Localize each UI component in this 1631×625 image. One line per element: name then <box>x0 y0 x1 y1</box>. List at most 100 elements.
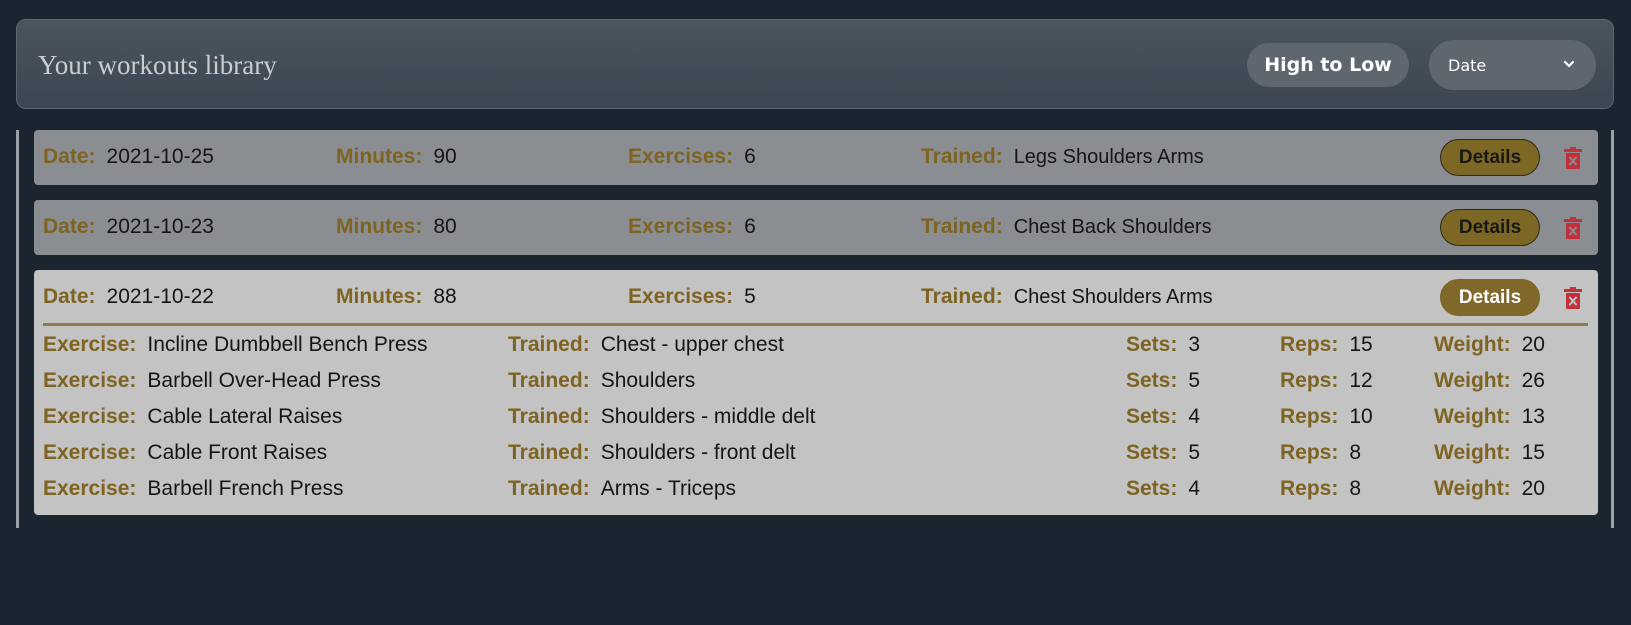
details-button[interactable]: Details <box>1440 279 1540 316</box>
trained-value: Arms - Triceps <box>600 477 737 500</box>
exercise-label: Exercise: <box>43 369 137 392</box>
exercise-label: Exercise: <box>43 405 137 428</box>
workout-trained: Trained: Legs Shoulders Arms <box>921 145 1204 169</box>
sort-order-button[interactable]: High to Low <box>1247 43 1409 87</box>
workout-card: Date: 2021-10-25 Minutes: 90 Exercises: 6 T… <box>34 130 1598 185</box>
exercise-value: Cable Front Raises <box>147 441 328 464</box>
date-value: 2021-10-25 <box>106 145 214 168</box>
sets-label: Sets: <box>1126 369 1178 392</box>
weight-label: Weight: <box>1434 369 1511 392</box>
trash-icon[interactable] <box>1564 286 1582 310</box>
sets-value: 4 <box>1188 405 1201 428</box>
exercise-value: Cable Lateral Raises <box>147 405 343 428</box>
exercises-value: 5 <box>744 285 756 308</box>
sets-label: Sets: <box>1126 333 1178 356</box>
exercise-weight: Weight: 26 <box>1434 369 1545 393</box>
exercise-sets: Sets: 5 <box>1126 369 1200 393</box>
exercise-reps: Reps: 10 <box>1280 405 1373 429</box>
trained-value: Chest Back Shoulders <box>1013 216 1212 238</box>
workout-exercises-count: Exercises: 6 <box>628 145 756 169</box>
exercise-trained: Trained: Shoulders - front delt <box>508 441 796 465</box>
exercise-reps: Reps: 12 <box>1280 369 1373 393</box>
exercise-name: Exercise: Barbell Over-Head Press <box>43 369 381 393</box>
weight-label: Weight: <box>1434 333 1511 356</box>
list-border-left <box>16 130 19 528</box>
workout-card-expanded: Date: 2021-10-22 Minutes: 88 Exercises: 5 T… <box>34 270 1598 515</box>
exercise-label: Exercise: <box>43 441 137 464</box>
trash-icon[interactable] <box>1564 146 1582 170</box>
trained-value: Shoulders <box>600 369 696 392</box>
trained-label: Trained: <box>921 285 1003 308</box>
reps-value: 15 <box>1349 333 1373 356</box>
workout-date: Date: 2021-10-25 <box>43 145 214 169</box>
exercise-value: Barbell French Press <box>147 477 344 500</box>
trained-label: Trained: <box>921 215 1003 238</box>
list-border-right <box>1611 130 1614 528</box>
sets-label: Sets: <box>1126 477 1178 500</box>
minutes-value: 90 <box>433 145 457 168</box>
details-button[interactable]: Details <box>1440 139 1540 176</box>
exercise-trained: Trained: Arms - Triceps <box>508 477 736 501</box>
sets-value: 3 <box>1188 333 1201 356</box>
sets-label: Sets: <box>1126 405 1178 428</box>
exercise-trained: Trained: Shoulders <box>508 369 695 393</box>
reps-value: 8 <box>1349 477 1362 500</box>
workout-minutes: Minutes: 88 <box>336 285 457 309</box>
exercises-label: Exercises: <box>628 215 734 238</box>
date-value: 2021-10-22 <box>106 285 214 308</box>
exercise-trained: Trained: Chest - upper chest <box>508 333 784 357</box>
exercise-reps: Reps: 15 <box>1280 333 1373 357</box>
minutes-value: 88 <box>433 285 457 308</box>
exercises-value: 6 <box>744 145 756 168</box>
sort-field-value: Date <box>1448 55 1487 75</box>
exercise-sets: Sets: 4 <box>1126 477 1200 501</box>
reps-label: Reps: <box>1280 477 1339 500</box>
trained-label: Trained: <box>508 477 590 500</box>
exercise-row: Exercise: Cable Front Raises Trained: Shou… <box>34 437 1598 473</box>
trained-label: Trained: <box>508 333 590 356</box>
exercise-sets: Sets: 5 <box>1126 441 1200 465</box>
trained-label: Trained: <box>921 145 1003 168</box>
trash-icon[interactable] <box>1564 216 1582 240</box>
trained-value: Shoulders - middle delt <box>600 405 816 428</box>
date-label: Date: <box>43 285 96 308</box>
exercise-value: Barbell Over-Head Press <box>147 369 381 392</box>
weight-label: Weight: <box>1434 405 1511 428</box>
exercises-value: 6 <box>744 215 756 238</box>
reps-label: Reps: <box>1280 369 1339 392</box>
date-value: 2021-10-23 <box>106 215 214 238</box>
trained-label: Trained: <box>508 369 590 392</box>
workout-trained: Trained: Chest Back Shoulders <box>921 215 1212 239</box>
sets-label: Sets: <box>1126 441 1178 464</box>
details-divider <box>43 323 1588 326</box>
details-button[interactable]: Details <box>1440 209 1540 246</box>
sort-field-select[interactable]: Date <box>1429 40 1596 90</box>
trained-label: Trained: <box>508 405 590 428</box>
weight-value: 13 <box>1521 405 1545 428</box>
exercise-name: Exercise: Incline Dumbbell Bench Press <box>43 333 428 357</box>
workout-minutes: Minutes: 90 <box>336 145 457 169</box>
exercise-name: Exercise: Cable Lateral Raises <box>43 405 342 429</box>
exercise-value: Incline Dumbbell Bench Press <box>147 333 428 356</box>
workout-summary: Date: 2021-10-23 Minutes: 80 Exercises: 6 T… <box>34 200 1598 255</box>
library-header: Your workouts library High to Low Date <box>16 19 1614 109</box>
exercise-row: Exercise: Barbell Over-Head Press Trained… <box>34 365 1598 401</box>
trained-label: Trained: <box>508 441 590 464</box>
trained-value: Chest - upper chest <box>600 333 784 356</box>
date-label: Date: <box>43 145 96 168</box>
date-label: Date: <box>43 215 96 238</box>
reps-label: Reps: <box>1280 333 1339 356</box>
workout-minutes: Minutes: 80 <box>336 215 457 239</box>
exercise-sets: Sets: 4 <box>1126 405 1200 429</box>
exercise-weight: Weight: 13 <box>1434 405 1545 429</box>
weight-value: 20 <box>1521 477 1545 500</box>
minutes-value: 80 <box>433 215 457 238</box>
trained-value: Legs Shoulders Arms <box>1013 146 1204 168</box>
page-title: Your workouts library <box>38 50 277 80</box>
workout-trained: Trained: Chest Shoulders Arms <box>921 285 1213 309</box>
trained-value: Chest Shoulders Arms <box>1013 286 1213 308</box>
reps-label: Reps: <box>1280 405 1339 428</box>
workout-summary: Date: 2021-10-22 Minutes: 88 Exercises: 5 T… <box>34 270 1598 325</box>
workout-date: Date: 2021-10-23 <box>43 215 214 239</box>
chevron-down-icon <box>1563 60 1575 68</box>
